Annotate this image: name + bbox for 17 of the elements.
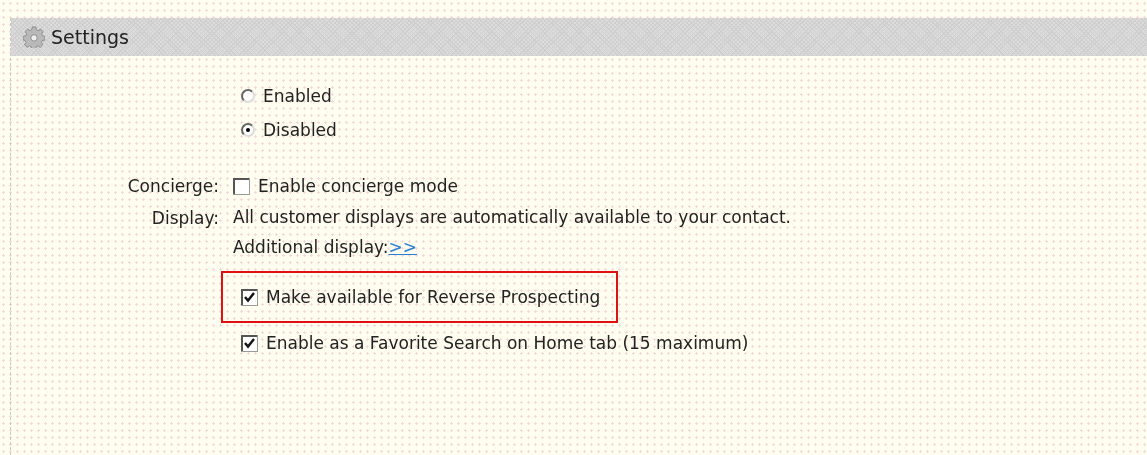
display-note: All customer displays are automatically available to your contact. xyxy=(233,208,792,227)
checkbox-label: Enable as a Favorite Search on Home tab (15 maximum) xyxy=(266,333,749,353)
checkbox-label: Make available for Reverse Prospecting xyxy=(266,287,601,307)
radio-label: Disabled xyxy=(263,120,337,140)
radio-button[interactable] xyxy=(241,123,255,137)
field-label: Display: xyxy=(151,208,219,228)
gear-icon xyxy=(23,26,45,48)
checkbox[interactable] xyxy=(241,334,258,352)
checkbox[interactable] xyxy=(233,177,250,195)
panel-title: Settings xyxy=(51,26,129,48)
field-label: Concierge: xyxy=(127,176,219,196)
radio-button[interactable] xyxy=(241,89,255,103)
additional-display-link[interactable]: >> xyxy=(388,237,418,257)
checkbox-label: Enable concierge mode xyxy=(258,176,458,196)
radio-label: Enabled xyxy=(263,86,332,106)
checkbox[interactable] xyxy=(241,288,258,306)
additional-display-label: Additional display: xyxy=(233,237,389,257)
